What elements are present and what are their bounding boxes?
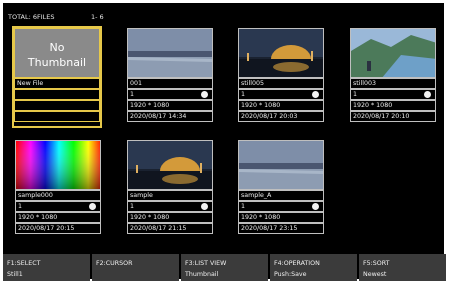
f4-label: F4:OPERATION	[274, 260, 320, 267]
file-date-row	[14, 111, 100, 122]
file-count-row: 1	[238, 201, 324, 212]
file-date: 2020/08/17 21:15	[127, 223, 213, 234]
thumbnail-image	[350, 28, 436, 78]
thumbnail-image	[238, 140, 324, 190]
file-resolution-row	[14, 100, 100, 111]
file-name: still003	[350, 78, 436, 89]
f4-operation-key[interactable]: F4:OPERATION Push:Save	[270, 254, 357, 281]
file-count-row: 1	[127, 201, 213, 212]
file-count-row: 1	[350, 89, 436, 100]
file-card-sample000[interactable]: sample000 1 1920 * 1080 2020/08/17 20:15	[15, 140, 101, 238]
file-date: 2020/08/17 20:10	[350, 111, 436, 122]
status-dot-icon	[201, 203, 208, 210]
file-date: 2020/08/17 20:15	[15, 223, 101, 234]
file-count-row: 1	[127, 89, 213, 100]
no-thumbnail-placeholder: No Thumbnail	[14, 28, 100, 78]
f5-label: F5:SORT	[363, 260, 390, 267]
file-card-still005[interactable]: still005 1 1920 * 1080 2020/08/17 20:03	[238, 28, 324, 126]
file-count: 1	[18, 203, 23, 210]
file-count: 1	[130, 203, 135, 210]
file-resolution: 1920 * 1080	[238, 100, 324, 111]
thumbnail-image	[238, 28, 324, 78]
f1-value: Still1	[7, 271, 23, 278]
file-count-row	[14, 89, 100, 100]
f5-sort-key[interactable]: F5:SORT Newest	[359, 254, 446, 281]
status-dot-icon	[312, 203, 319, 210]
file-resolution: 1920 * 1080	[238, 212, 324, 223]
file-count: 1	[241, 203, 246, 210]
file-date: 2020/08/17 14:34	[127, 111, 213, 122]
file-name: New File	[14, 78, 100, 89]
status-dot-icon	[201, 91, 208, 98]
file-date: 2020/08/17 23:15	[238, 223, 324, 234]
file-count: 1	[241, 91, 246, 98]
f5-value: Newest	[363, 271, 387, 278]
file-count: 1	[130, 91, 135, 98]
file-card-new-file[interactable]: No Thumbnail New File	[12, 26, 102, 128]
thumbnail-screen: TOTAL: 6FILES 1- 6 No Thumbnail New File…	[3, 3, 446, 281]
file-card-001[interactable]: 001 1 1920 * 1080 2020/08/17 14:34	[127, 28, 213, 126]
total-files-label: TOTAL: 6FILES	[8, 13, 55, 21]
file-count: 1	[353, 91, 358, 98]
f3-label: F3:LIST VIEW	[185, 260, 227, 267]
status-dot-icon	[424, 91, 431, 98]
file-resolution: 1920 * 1080	[127, 212, 213, 223]
status-dot-icon	[312, 91, 319, 98]
file-name: sample000	[15, 190, 101, 201]
thumbnail-image	[15, 140, 101, 190]
f4-value: Push:Save	[274, 271, 307, 278]
f2-cursor-key[interactable]: F2:CURSOR	[92, 254, 179, 281]
file-name: sample	[127, 190, 213, 201]
f3-value: Thumbnail	[185, 271, 219, 278]
file-card-sample[interactable]: sample 1 1920 * 1080 2020/08/17 21:15	[127, 140, 213, 238]
file-resolution: 1920 * 1080	[127, 100, 213, 111]
file-count-header: TOTAL: 6FILES 1- 6	[8, 11, 104, 23]
file-card-still003[interactable]: still003 1 1920 * 1080 2020/08/17 20:10	[350, 28, 436, 126]
file-name: still005	[238, 78, 324, 89]
thumbnail-image	[127, 28, 213, 78]
f1-select-key[interactable]: F1:SELECT Still1	[3, 254, 90, 281]
f1-label: F1:SELECT	[7, 260, 41, 267]
file-name: 001	[127, 78, 213, 89]
no-thumbnail-text: No Thumbnail	[27, 41, 87, 69]
file-card-sample-a[interactable]: sample_A 1 1920 * 1080 2020/08/17 23:15	[238, 140, 324, 238]
thumbnail-image	[127, 140, 213, 190]
f2-label: F2:CURSOR	[96, 260, 133, 267]
file-date: 2020/08/17 20:03	[238, 111, 324, 122]
f3-list-view-key[interactable]: F3:LIST VIEW Thumbnail	[181, 254, 268, 281]
file-resolution: 1920 * 1080	[350, 100, 436, 111]
file-range-label: 1- 6	[91, 13, 104, 21]
file-resolution: 1920 * 1080	[15, 212, 101, 223]
file-count-row: 1	[238, 89, 324, 100]
file-count-row: 1	[15, 201, 101, 212]
file-name: sample_A	[238, 190, 324, 201]
status-dot-icon	[89, 203, 96, 210]
